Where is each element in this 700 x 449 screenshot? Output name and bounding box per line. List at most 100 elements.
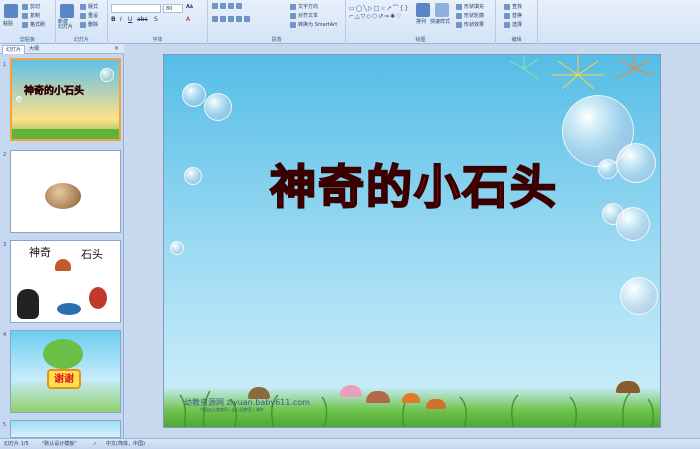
smartart-button[interactable]: 转换为 SmartArt — [290, 21, 337, 28]
whale-image — [57, 303, 81, 315]
arrange-icon[interactable] — [416, 3, 430, 17]
font-group: 80 AA B I U abc S A 字体 — [108, 0, 208, 44]
thumbnail-slide-1[interactable]: 神奇的小石头 — [10, 58, 121, 141]
smartart-icon — [290, 21, 296, 28]
reset-button[interactable]: 重设 — [80, 12, 98, 19]
numbering-icon — [220, 3, 226, 9]
format-painter-button[interactable]: 格式刷 — [22, 21, 45, 28]
shape-effects-button[interactable]: 形状效果 — [456, 21, 484, 28]
brush-icon — [22, 21, 28, 28]
indent-icon — [228, 3, 234, 9]
arrange-button[interactable]: 排列 — [416, 18, 426, 25]
shape-outline-button[interactable]: 形状轮廓 — [456, 12, 484, 19]
drawing-group-label: 绘图 — [415, 37, 426, 43]
close-icon[interactable]: × — [114, 45, 119, 52]
editing-group-label: 编辑 — [511, 37, 522, 43]
tab-outline[interactable]: 大纲 — [26, 45, 42, 54]
bubble-image — [16, 96, 22, 102]
thank-you-sign: 谢谢 — [47, 369, 81, 389]
font-size-combo[interactable]: 80 — [163, 4, 183, 13]
mushroom-image — [402, 393, 420, 403]
thumbnail-number: 2 — [3, 152, 7, 158]
cut-button[interactable]: 剪切 — [22, 3, 40, 10]
thumbnail-text: 神奇 — [29, 246, 51, 259]
text-direction-icon — [290, 3, 296, 10]
align-left-icon — [212, 16, 218, 22]
ribbon: 粘贴 剪切 复制 格式刷 剪贴板 新建 幻灯片 版式 重设 删除 幻灯片 80 … — [0, 0, 700, 44]
clipboard-group: 粘贴 剪切 复制 格式刷 剪贴板 — [0, 0, 56, 44]
paste-icon[interactable] — [4, 4, 18, 18]
panel-tabs: 幻灯片 大纲 × — [0, 44, 124, 54]
mushroom-image — [340, 385, 362, 397]
font-name-combo[interactable] — [111, 4, 161, 13]
align-buttons[interactable] — [212, 16, 252, 23]
grass-image — [12, 129, 119, 139]
align-right-icon — [228, 16, 234, 22]
delete-button[interactable]: 删除 — [80, 21, 98, 28]
bubble-image — [204, 93, 232, 121]
find-button[interactable]: 查找 — [504, 3, 522, 10]
thumbnail-slide-3[interactable]: 神奇 石头 — [10, 240, 121, 323]
bubble-image — [100, 68, 114, 82]
bullets-button[interactable] — [212, 3, 244, 10]
bubble-image — [182, 83, 206, 107]
watermark-subtext: 中国幼儿教育网 | 幼儿园教案 | 课件 — [200, 407, 264, 412]
select-button[interactable]: 选择 — [504, 21, 522, 28]
mushroom-image — [616, 381, 640, 393]
shapes-gallery-row2[interactable]: ⌐△▽◇⬡↺⇒✱♡ — [349, 13, 403, 20]
italic-button[interactable]: I — [120, 16, 122, 23]
slide-title[interactable]: 神奇的小石头 — [234, 151, 594, 217]
columns-icon — [244, 16, 250, 22]
quick-styles-button[interactable]: 快速样式 — [430, 18, 450, 25]
mushroom-image — [366, 391, 390, 403]
paragraph-group-label: 段落 — [271, 37, 282, 43]
thumbnail-slide-2[interactable] — [10, 150, 121, 233]
thumbnail-slide-5[interactable] — [10, 420, 121, 438]
reset-icon — [80, 12, 86, 19]
paint-bucket-icon — [456, 3, 462, 10]
copy-icon — [22, 12, 28, 19]
paste-button[interactable]: 粘贴 — [3, 20, 13, 27]
slides-group: 新建 幻灯片 版式 重设 删除 幻灯片 — [56, 0, 108, 44]
shadow-button[interactable]: S — [154, 16, 158, 23]
slide-editing-area: 神奇的小石头 幼教资源网 ziyuan.baby611.com 中国幼儿教育网 … — [125, 44, 700, 438]
thumbnail-number: 4 — [3, 332, 7, 338]
language-indicator: 中文(简体，中国) — [106, 441, 145, 447]
current-slide[interactable]: 神奇的小石头 幼教资源网 ziyuan.baby611.com 中国幼儿教育网 … — [163, 54, 661, 428]
text-direction-button[interactable]: 文字方向 — [290, 3, 318, 10]
balloon-image — [89, 287, 107, 309]
thumbnail-number: 5 — [3, 422, 7, 428]
layout-button[interactable]: 版式 — [80, 3, 98, 10]
theme-name: "默认设计模板" — [42, 441, 77, 447]
bubble-image — [170, 241, 184, 255]
thumbnail-number: 1 — [3, 62, 7, 68]
tab-slides[interactable]: 幻灯片 — [2, 45, 26, 54]
shape-fill-button[interactable]: 形状填充 — [456, 3, 484, 10]
strike-button[interactable]: abc — [137, 16, 148, 23]
align-center-icon — [220, 16, 226, 22]
layout-icon — [80, 3, 86, 10]
replace-button[interactable]: 替换 — [504, 12, 522, 19]
penguin-image — [17, 289, 39, 319]
align-text-icon — [290, 12, 296, 19]
new-slide-icon[interactable] — [60, 4, 74, 18]
slide-thumbnail-panel: 幻灯片 大纲 × 1 神奇的小石头 2 3 神奇 石头 4 谢谢 5 — [0, 44, 124, 438]
quick-styles-icon[interactable] — [435, 3, 449, 17]
align-text-button[interactable]: 对齐文本 — [290, 12, 318, 19]
bold-button[interactable]: B — [111, 16, 116, 23]
cursor-icon — [504, 21, 510, 28]
bubble-image — [184, 167, 202, 185]
binoculars-icon — [504, 3, 510, 10]
font-color-button[interactable]: A — [186, 16, 190, 23]
thumbnail-slide-4[interactable]: 谢谢 — [10, 330, 121, 413]
bubble-image — [598, 159, 618, 179]
check-icon[interactable]: ✓ — [93, 440, 97, 449]
copy-button[interactable]: 复制 — [22, 12, 40, 19]
drawing-group: ▭◯╲▷□☆↗⌒{} ⌐△▽◇⬡↺⇒✱♡ 排列 快速样式 形状填充 形状轮廓 形… — [346, 0, 496, 44]
grow-font-button[interactable]: AA — [186, 4, 193, 10]
bubble-image — [620, 277, 658, 315]
shapes-gallery[interactable]: ▭◯╲▷□☆↗⌒{} — [349, 3, 409, 12]
thumbnail-text: 石头 — [81, 248, 103, 261]
underline-button[interactable]: U — [128, 16, 132, 23]
new-slide-button[interactable]: 新建 幻灯片 — [58, 20, 73, 30]
